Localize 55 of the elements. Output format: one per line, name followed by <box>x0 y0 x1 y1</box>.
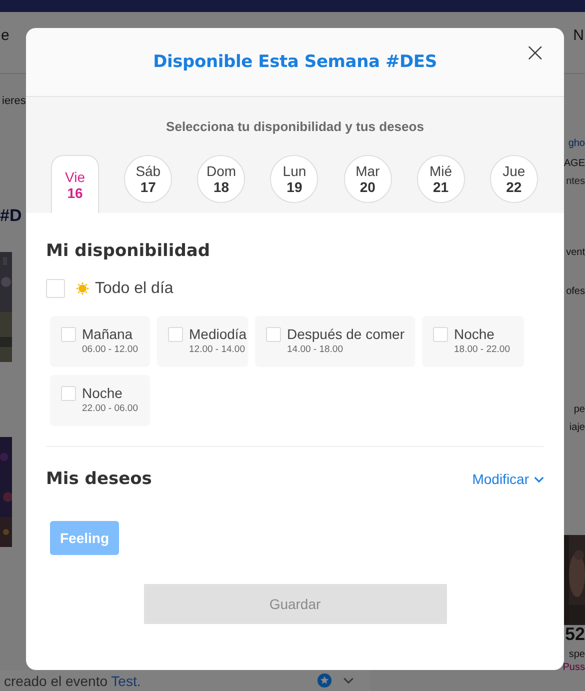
day-tab[interactable]: Lun 19 <box>270 155 318 203</box>
background-text: ieres <box>2 95 26 107</box>
sun-icon <box>75 281 90 296</box>
checkbox[interactable] <box>168 327 183 342</box>
time-slot-card[interactable]: Mediodía 12.00 - 14.00 <box>157 316 248 367</box>
background-text: ofes <box>566 286 585 297</box>
day-tab[interactable]: Mié 21 <box>416 155 465 203</box>
stat-label[interactable]: N <box>572 27 585 44</box>
slot-label: Noche <box>454 326 496 342</box>
slot-label: Noche <box>82 385 124 401</box>
slot-time: 18.00 - 22.00 <box>454 344 510 355</box>
modify-link[interactable]: Modificar <box>472 471 544 487</box>
chevron-down-icon[interactable] <box>343 677 354 684</box>
checkbox[interactable] <box>61 327 76 342</box>
slot-label: Mañana <box>82 326 134 342</box>
star-badge-icon <box>317 673 332 688</box>
background-text: ntes <box>566 176 585 187</box>
time-slot-card[interactable]: Noche 22.00 - 06.00 <box>50 375 150 426</box>
day-tab[interactable]: Mar 20 <box>344 155 392 203</box>
slot-label: Después de comer <box>287 326 405 342</box>
background-text: AGE <box>564 158 585 169</box>
activity-text: creado el evento Test. <box>3 672 141 688</box>
time-slot-card[interactable]: Noche 18.00 - 22.00 <box>422 316 524 367</box>
day-tab[interactable]: Jue 22 <box>490 155 538 203</box>
background-text: #D <box>0 206 22 226</box>
slot-label: Mediodía <box>189 326 247 342</box>
section-title: Mi disponibilidad <box>46 241 212 261</box>
dialog-title: Disponible Esta Semana #DES <box>153 52 437 72</box>
slot-time: 12.00 - 14.00 <box>189 344 246 355</box>
checkbox[interactable] <box>266 327 281 342</box>
slot-time: 06.00 - 12.00 <box>82 344 138 355</box>
close-button[interactable]: × <box>520 40 550 66</box>
background-text: gho <box>568 138 585 149</box>
all-day-label: Todo el día <box>95 280 174 298</box>
background-text: vent <box>566 247 585 258</box>
background-text: 52 <box>564 624 585 645</box>
dialog-subtitle: Selecciona tu disponibilidad y tus deseos <box>165 119 425 134</box>
section-title: Mis deseos <box>46 469 152 489</box>
day-tab[interactable]: Dom 18 <box>197 155 246 203</box>
checkbox[interactable] <box>61 386 76 401</box>
slot-time: 22.00 - 06.00 <box>82 403 138 414</box>
time-slot-card[interactable]: Después de comer 14.00 - 18.00 <box>255 316 415 367</box>
checkbox[interactable] <box>433 327 448 342</box>
background-text: pe <box>574 404 585 415</box>
slot-time: 14.00 - 18.00 <box>287 344 344 355</box>
day-tab[interactable]: Vie 16 <box>51 155 99 213</box>
background-text: Puss <box>562 662 585 673</box>
time-slot-card[interactable]: Mañana 06.00 - 12.00 <box>50 316 150 367</box>
stat-label[interactable]: e <box>0 27 10 44</box>
wish-tag: Feeling <box>50 521 120 555</box>
background-text: spe <box>568 649 585 660</box>
chevron-down-icon <box>534 476 544 482</box>
checkbox[interactable] <box>46 279 65 298</box>
background-text: iaje <box>569 422 585 433</box>
day-tab[interactable]: Sáb 17 <box>124 155 172 203</box>
